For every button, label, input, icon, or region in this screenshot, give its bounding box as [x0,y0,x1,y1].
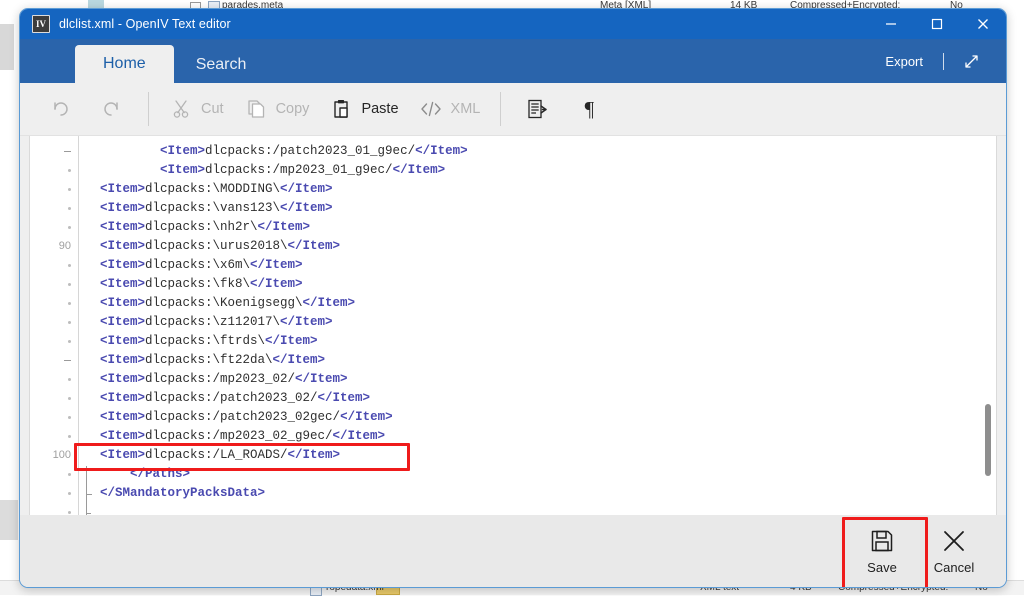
code-line[interactable]: <Item>dlcpacks:\x6m\</Item> [96,256,996,275]
code-line[interactable]: <Item>dlcpacks:\urus2018\</Item> [96,237,996,256]
save-label: Save [867,560,897,575]
expand-arrows-icon [964,54,978,68]
gutter-line [30,161,78,180]
scrollbar-thumb[interactable] [985,404,991,476]
window-title: dlclist.xml - OpenIV Text editor [59,17,231,31]
redo-button[interactable] [86,89,138,129]
window-controls [868,9,1006,39]
code-line[interactable]: <Item>dlcpacks:\z112017\</Item> [96,313,996,332]
maximize-button[interactable] [914,9,960,39]
xml-label: XML [450,101,481,117]
gutter-line [30,370,78,389]
fold-bracket-outer-end [86,466,91,514]
line-number-gutter: 90 100 [30,136,78,515]
gutter-line [30,484,78,503]
cut-button[interactable]: Cut [159,89,234,129]
cancel-label: Cancel [933,560,975,575]
editor-vertical-scrollbar[interactable] [981,136,995,515]
gutter-line [30,294,78,313]
code-line[interactable]: <Item>dlcpacks:\MODDING\</Item> [96,180,996,199]
code-line[interactable]: <Item>dlcpacks:\vans123\</Item> [96,199,996,218]
close-icon [978,19,988,29]
floppy-disk-icon [871,530,893,552]
tab-home[interactable]: Home [75,45,174,83]
minimize-button[interactable] [868,9,914,39]
code-content[interactable]: <Item>dlcpacks:/patch2023_01_g9ec/</Item… [96,136,996,515]
openiv-app-icon: IV [32,15,50,33]
copy-icon [244,97,268,121]
dialog-footer: Save Cancel [20,515,1006,587]
gutter-line: 100 [52,449,71,461]
code-brackets-icon [419,97,443,121]
code-line[interactable]: </Paths> [96,465,996,484]
xml-button[interactable]: XML [409,89,491,129]
gutter-line [30,275,78,294]
word-wrap-icon [525,97,549,121]
copy-button[interactable]: Copy [234,89,320,129]
cut-label: Cut [201,101,224,117]
code-line[interactable]: <Item>dlcpacks:/patch2023_01_g9ec/</Item… [96,142,996,161]
code-line[interactable]: <Item>dlcpacks:/patch2023_02gec/</Item> [96,408,996,427]
save-button[interactable]: Save [846,523,918,579]
tab-search[interactable]: Search [174,47,269,83]
code-line[interactable]: <Item>dlcpacks:\ftrds\</Item> [96,332,996,351]
gutter-line [30,142,78,161]
redo-icon [100,97,124,121]
gutter-line [30,389,78,408]
gutter-line [30,199,78,218]
gutter-line [30,256,78,275]
ribbon-separator [943,52,944,70]
text-editor-window: IV dlclist.xml - OpenIV Text editor Home… [19,8,1007,588]
title-bar[interactable]: IV dlclist.xml - OpenIV Text editor [20,9,1006,39]
gutter-line [30,408,78,427]
minimize-icon [886,23,896,25]
toolbar-separator-2 [500,92,502,126]
show-formatting-marks-button[interactable]: ¶ [563,89,615,129]
paste-button[interactable]: Paste [319,89,408,129]
code-line[interactable]: <Item>dlcpacks:/patch2023_02/</Item> [96,389,996,408]
cancel-button[interactable]: Cancel [918,523,990,579]
gutter-line [30,351,78,370]
ribbon-tabs: Home Search [75,39,268,83]
maximize-icon [931,18,943,30]
code-line[interactable]: <Item>dlcpacks:\Koenigsegg\</Item> [96,294,996,313]
undo-icon [48,97,72,121]
code-line[interactable]: <Item>dlcpacks:\fk8\</Item> [96,275,996,294]
undo-button[interactable] [34,89,86,129]
gutter-line [30,313,78,332]
toolbar-separator [148,92,149,126]
ribbon-tab-strip: Home Search Export [20,39,1006,83]
gutter-line [30,180,78,199]
editor-toolbar: Cut Copy Paste XML ¶ [20,83,1006,136]
gutter-line: 90 [58,240,71,252]
code-line[interactable]: <Item>dlcpacks:/LA_ROADS/</Item> [96,446,996,465]
code-editor-area[interactable]: 90 100 <Item>dlcpacks:/patch2023_01_g9ec/… [29,136,997,515]
code-line[interactable]: <Item>dlcpacks:/mp2023_01_g9ec/</Item> [96,161,996,180]
word-wrap-button[interactable] [511,89,563,129]
code-line[interactable]: <Item>dlcpacks:/mp2023_02_g9ec/</Item> [96,427,996,446]
code-fold-column[interactable] [78,136,96,515]
gutter-line [30,332,78,351]
close-button[interactable] [960,9,1006,39]
code-line[interactable]: <Item>dlcpacks:\ft22da\</Item> [96,351,996,370]
gutter-line [30,465,78,484]
gutter-line [30,503,78,515]
expand-button[interactable] [950,46,992,76]
x-icon [944,531,964,551]
paste-label: Paste [361,101,399,117]
scissors-icon [169,97,193,121]
background-left-strip-lower [0,500,18,540]
background-left-strip [0,24,14,70]
gutter-line [30,218,78,237]
ribbon-right-actions: Export [871,39,992,83]
code-line[interactable]: <Item>dlcpacks:\nh2r\</Item> [96,218,996,237]
code-line[interactable]: </SMandatoryPacksData> [96,484,996,503]
copy-label: Copy [275,101,310,117]
code-line[interactable]: <Item>dlcpacks:/mp2023_02/</Item> [96,370,996,389]
gutter-line [30,427,78,446]
pilcrow-icon: ¶ [584,96,595,121]
clipboard-icon [329,97,353,121]
export-button[interactable]: Export [871,54,937,69]
code-editor: 90 100 <Item>dlcpacks:/patch2023_01_g9ec/… [30,136,996,515]
